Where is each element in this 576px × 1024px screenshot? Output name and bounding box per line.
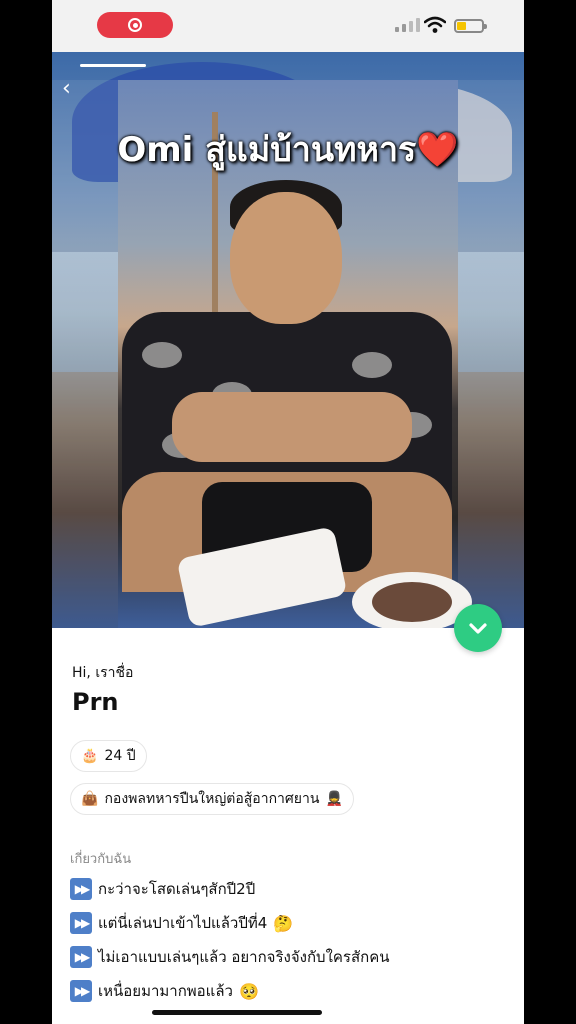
cellular-signal-icon bbox=[395, 18, 420, 32]
app-frame: ‹ Omi สู่แม่บ้านทหาร❤️ Hi, เราชื่อ Prn 🎂… bbox=[52, 0, 524, 1024]
age-text: 24 ปี bbox=[104, 748, 136, 764]
home-indicator[interactable] bbox=[152, 1010, 322, 1015]
thinking-face-icon: 🤔 bbox=[273, 913, 294, 933]
job-text: กองพลทหารปืนใหญ่ต่อสู้อากาศยาน bbox=[104, 791, 320, 807]
age-chip: 🎂 24 ปี bbox=[70, 740, 147, 772]
greeting-text: Hi, เราชื่อ bbox=[72, 665, 134, 681]
bio-text: ไม่เอาแบบเล่นๆแล้ว อยากจริงจังกับใครสักค… bbox=[98, 948, 390, 966]
collapse-chevron-button[interactable] bbox=[454, 604, 502, 652]
record-icon bbox=[128, 18, 142, 32]
bio-text: แต่นี่เล่นปาเข้าไปแล้วปีที่4 bbox=[98, 914, 268, 932]
bio-line: ▶▶ ไม่เอาแบบเล่นๆแล้ว อยากจริงจังกับใครส… bbox=[70, 944, 510, 970]
back-chevron-icon[interactable]: ‹ bbox=[62, 78, 71, 100]
bag-icon: 👜 bbox=[81, 791, 99, 807]
fast-forward-icon: ▶▶ bbox=[70, 946, 92, 968]
bio-text: กะว่าจะโสดเล่นๆสักปี2ปี bbox=[98, 880, 256, 898]
wifi-icon bbox=[424, 16, 446, 33]
profile-info-card: Hi, เราชื่อ Prn 🎂 24 ปี 👜 กองพลทหารปืนให… bbox=[52, 628, 524, 1024]
about-heading: เกี่ยวกับฉัน bbox=[70, 852, 132, 867]
salad-food bbox=[372, 582, 452, 622]
chevron-down-icon bbox=[469, 623, 487, 634]
birthday-cake-icon: 🎂 bbox=[81, 748, 99, 764]
person-face bbox=[230, 192, 342, 324]
caption-text: Omi สู่แม่บ้านทหาร bbox=[117, 130, 417, 170]
bio-line: ▶▶ แต่นี่เล่นปาเข้าไปแล้วปีที่4 🤔 bbox=[70, 910, 510, 936]
pleading-face-icon: 🥺 bbox=[238, 981, 259, 1001]
guard-emoji: 💂 bbox=[325, 791, 343, 807]
person-arms bbox=[172, 392, 412, 462]
bio-line: ▶▶ กะว่าจะโสดเล่นๆสักปี2ปี bbox=[70, 876, 510, 902]
bio-text: เหนื่อยมามากพอแล้ว bbox=[98, 982, 233, 1000]
screen-recording-indicator[interactable] bbox=[97, 12, 173, 38]
battery-icon bbox=[454, 19, 487, 33]
fast-forward-icon: ▶▶ bbox=[70, 878, 92, 900]
story-progress-bar bbox=[80, 64, 146, 67]
about-bio: ▶▶ กะว่าจะโสดเล่นๆสักปี2ปี ▶▶ แต่นี่เล่น… bbox=[70, 876, 510, 1012]
status-bar bbox=[52, 0, 524, 52]
job-chip: 👜 กองพลทหารปืนใหญ่ต่อสู้อากาศยาน 💂 bbox=[70, 783, 354, 815]
heart-icon: ❤️ bbox=[416, 130, 459, 170]
fast-forward-icon: ▶▶ bbox=[70, 912, 92, 934]
profile-name: Prn bbox=[72, 688, 119, 716]
bio-line: ▶▶ เหนื่อยมามากพอแล้ว 🥺 bbox=[70, 978, 510, 1004]
fast-forward-icon: ▶▶ bbox=[70, 980, 92, 1002]
video-caption: Omi สู่แม่บ้านทหาร❤️ bbox=[52, 122, 524, 176]
